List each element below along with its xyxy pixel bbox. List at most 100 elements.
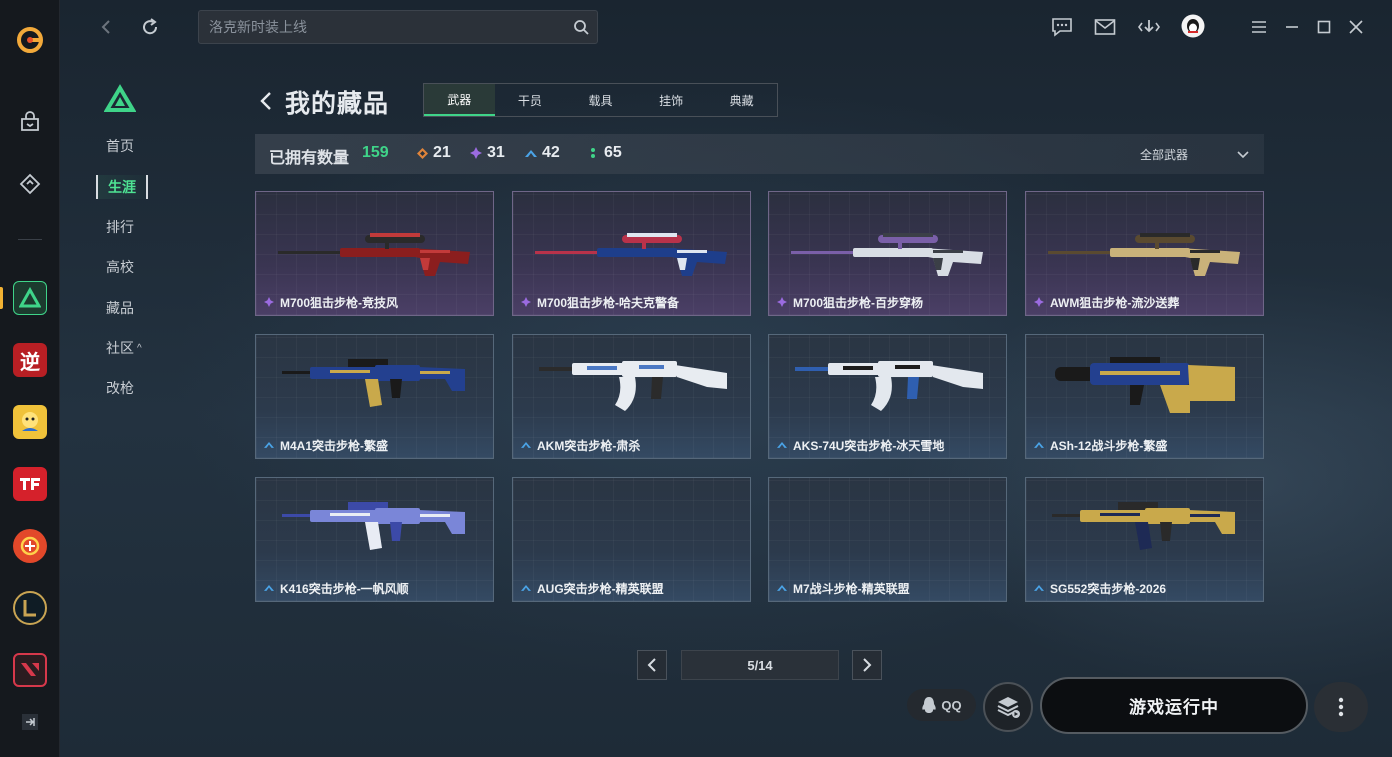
menu-icon[interactable] [1247,15,1271,39]
nav-item-community[interactable]: 社区 ^ [106,336,142,360]
chevron-right-icon [863,658,872,672]
collection-card-label: M700狙击步枪-哈夫克警备 [521,294,679,310]
expand-caret-icon: ^ [137,342,142,354]
sniper-rifle-icon [791,233,983,276]
back-nav-icon[interactable] [95,15,119,39]
game-tile-avatar[interactable] [8,400,52,444]
maximize-icon[interactable] [1312,15,1336,39]
game-tile-league-of-legends[interactable] [8,586,52,630]
game-tile-delta-force[interactable] [8,276,52,320]
ak-rifle-icon [539,361,727,411]
item-name: SG552突击步枪-2026 [1050,581,1167,596]
collection-card-label: AKM突击步枪-肃杀 [521,437,640,453]
collection-card[interactable]: M700狙击步枪-百步穿杨 [768,191,1007,316]
nav-item-label: 首页 [106,138,134,154]
collection-card[interactable]: M700狙击步枪-哈夫克警备 [512,191,751,316]
item-name: AUG突击步枪-精英联盟 [537,581,664,596]
game-tile-ni-shui-han[interactable]: 逆 [8,338,52,382]
rarity-count-orange: 21 [416,144,451,162]
qq-login-button[interactable]: QQ [907,689,976,721]
ni-shui-han-icon: 逆 [13,343,47,377]
nav-item-gunsmith[interactable]: 改枪 [106,376,134,400]
mail-icon[interactable] [1093,15,1117,39]
tab-collector[interactable]: 典藏 [706,84,777,116]
item-name: AKS-74U突击步枪-冰天雪地 [793,438,945,453]
next-page-button[interactable] [852,650,882,680]
collection-card[interactable]: K416突击步枪-一帆风顺 [255,477,494,602]
search-box[interactable] [198,10,598,44]
category-tabs: 武器 干员 载具 挂饰 典藏 [423,83,778,117]
nav-item-label: 社区 [106,340,134,356]
rarity-count-value: 65 [604,144,622,161]
collection-card[interactable]: M700狙击步枪-竞技风 [255,191,494,316]
accelerator-icon[interactable] [8,162,52,206]
search-input[interactable] [209,11,569,43]
collection-card[interactable]: AWM狙击步枪-流沙送葬 [1025,191,1264,316]
nav-item-career[interactable]: 生涯 [96,175,148,199]
game-tile-tf[interactable] [8,462,52,506]
tab-charms[interactable]: 挂饰 [636,84,707,116]
game-tile-crossfire[interactable] [8,524,52,568]
game-running-button[interactable]: 游戏运行中 [1040,677,1308,734]
rarity-count-value: 31 [487,144,505,161]
collection-card[interactable]: AKS-74U突击步枪-冰天雪地 [768,334,1007,459]
blue-chevron-icon [777,440,787,450]
store-bag-icon[interactable] [8,100,52,144]
collection-card-label: M700狙击步枪-百步穿杨 [777,294,923,310]
collection-card-label: M4A1突击步枪-繁盛 [264,437,388,453]
sniper-rifle-icon [278,233,470,276]
nav-item-label: 生涯 [108,179,136,195]
minimize-icon[interactable] [1280,15,1304,39]
owned-count-total: 159 [362,144,389,161]
collection-card[interactable]: AUG突击步枪-精英联盟 [512,477,751,602]
collapse-rail-icon[interactable] [8,700,52,744]
purple-diamond-icon [521,297,531,307]
app-window: 逆 洛克新时装上线 首页 生涯 排行 高校 藏品 社区 ^ 改枪 我的藏品 武器… [0,0,1392,757]
tab-weapons[interactable]: 武器 [424,84,495,116]
back-button[interactable] [255,88,277,114]
green-dots-icon [587,147,599,159]
item-name: M7战斗步枪-精英联盟 [793,581,910,596]
blue-chevron-icon [264,440,274,450]
layers-button[interactable] [983,682,1033,732]
collection-card-label: AWM狙击步枪-流沙送葬 [1034,294,1179,310]
tab-operators[interactable]: 干员 [495,84,566,116]
app-logo-icon[interactable] [8,18,52,62]
collection-card-label: AUG突击步枪-精英联盟 [521,580,664,596]
sniper-rifle-icon [535,233,727,276]
nav-item-collection[interactable]: 藏品 [106,296,134,320]
collection-card[interactable]: ASh-12战斗步枪-繁盛 [1025,334,1264,459]
game-tile-valorant[interactable] [8,648,52,692]
nav-item-label: 藏品 [106,300,134,316]
blue-chevron-icon [521,583,531,593]
collection-card[interactable]: SG552突击步枪-2026 [1025,477,1264,602]
ak-rifle-icon [795,361,983,411]
purple-diamond-icon [1034,297,1044,307]
page-title: 我的藏品 [285,90,390,118]
more-options-button[interactable] [1314,682,1368,732]
item-name: M700狙击步枪-哈夫克警备 [537,295,680,310]
prev-page-button[interactable] [637,650,667,680]
nav-item-ranking[interactable]: 排行 [106,215,134,239]
tab-vehicles[interactable]: 载具 [565,84,636,116]
collection-card[interactable]: M7战斗步枪-精英联盟 [768,477,1007,602]
chevron-left-icon [260,92,271,110]
side-nav: 首页 生涯 排行 高校 藏品 社区 ^ 改枪 [60,54,240,757]
chevron-left-icon [647,658,656,672]
item-name: AWM狙击步枪-流沙送葬 [1050,295,1180,310]
top-bar [60,0,1392,54]
weapon-filter-dropdown[interactable]: 全部武器 [1140,145,1250,163]
collection-card[interactable]: M4A1突击步枪-繁盛 [255,334,494,459]
search-icon[interactable] [573,19,589,35]
nav-item-home[interactable]: 首页 [106,134,134,158]
collection-card[interactable]: AKM突击步枪-肃杀 [512,334,751,459]
rarity-count-blue: 42 [525,144,560,162]
close-icon[interactable] [1344,15,1368,39]
orange-diamond-icon [416,147,428,159]
nav-item-campus[interactable]: 高校 [106,255,134,279]
download-icon[interactable] [1137,15,1161,39]
chat-icon[interactable] [1050,15,1074,39]
tf-icon [13,467,47,501]
qq-avatar-icon[interactable] [1181,14,1205,38]
refresh-icon[interactable] [138,15,162,39]
